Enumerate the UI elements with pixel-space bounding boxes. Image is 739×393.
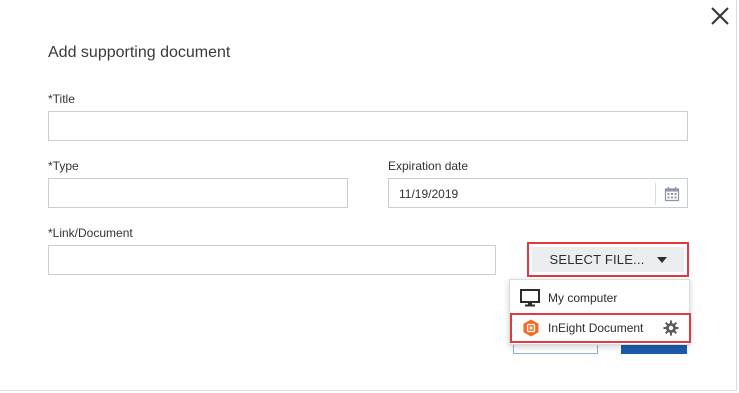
select-file-button[interactable]: SELECT FILE... xyxy=(527,242,689,277)
type-label: *Type xyxy=(48,159,79,173)
add-document-dialog: Add supporting document *Title *Type Exp… xyxy=(0,0,737,391)
caret-down-icon xyxy=(656,256,667,263)
dialog-title: Add supporting document xyxy=(48,44,231,61)
monitor-icon xyxy=(520,289,540,307)
menu-item-label: My computer xyxy=(548,291,618,305)
select-file-label: SELECT FILE... xyxy=(549,252,645,267)
date-input-divider xyxy=(655,183,656,205)
expiration-date-label: Expiration date xyxy=(388,159,469,173)
title-input[interactable] xyxy=(48,111,688,141)
close-icon[interactable] xyxy=(706,2,734,30)
link-document-label: *Link/Document xyxy=(48,226,133,240)
link-document-input[interactable] xyxy=(48,245,496,275)
select-file-button-face: SELECT FILE... xyxy=(532,247,684,272)
calendar-icon[interactable] xyxy=(664,186,680,202)
menu-item-ineight-document[interactable]: InEight Document xyxy=(510,313,691,343)
menu-item-label: InEight Document xyxy=(548,321,644,335)
expiration-date-input[interactable]: 11/19/2019 xyxy=(388,178,688,208)
type-input[interactable] xyxy=(48,178,348,208)
menu-item-my-computer[interactable]: My computer xyxy=(510,283,689,313)
gear-icon[interactable] xyxy=(663,320,679,336)
ineight-hex-icon xyxy=(523,319,539,337)
expiration-date-value: 11/19/2019 xyxy=(399,187,459,201)
title-label: *Title xyxy=(48,92,75,106)
select-file-dropdown: My computer InEight Document xyxy=(509,279,691,345)
